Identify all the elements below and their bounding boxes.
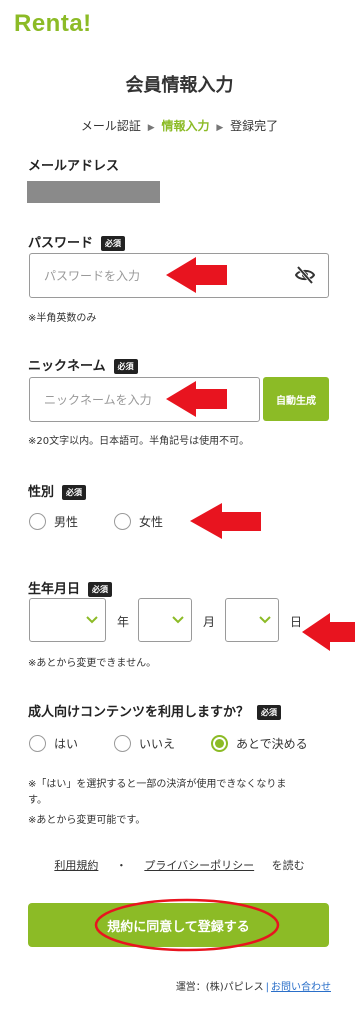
red-arrow-icon bbox=[302, 613, 355, 651]
red-arrow-icon bbox=[190, 503, 261, 539]
annotation-overlay bbox=[94, 257, 355, 952]
red-circle-highlight bbox=[94, 898, 280, 952]
red-arrow-icon bbox=[166, 381, 227, 417]
red-arrow-icon bbox=[166, 257, 227, 293]
